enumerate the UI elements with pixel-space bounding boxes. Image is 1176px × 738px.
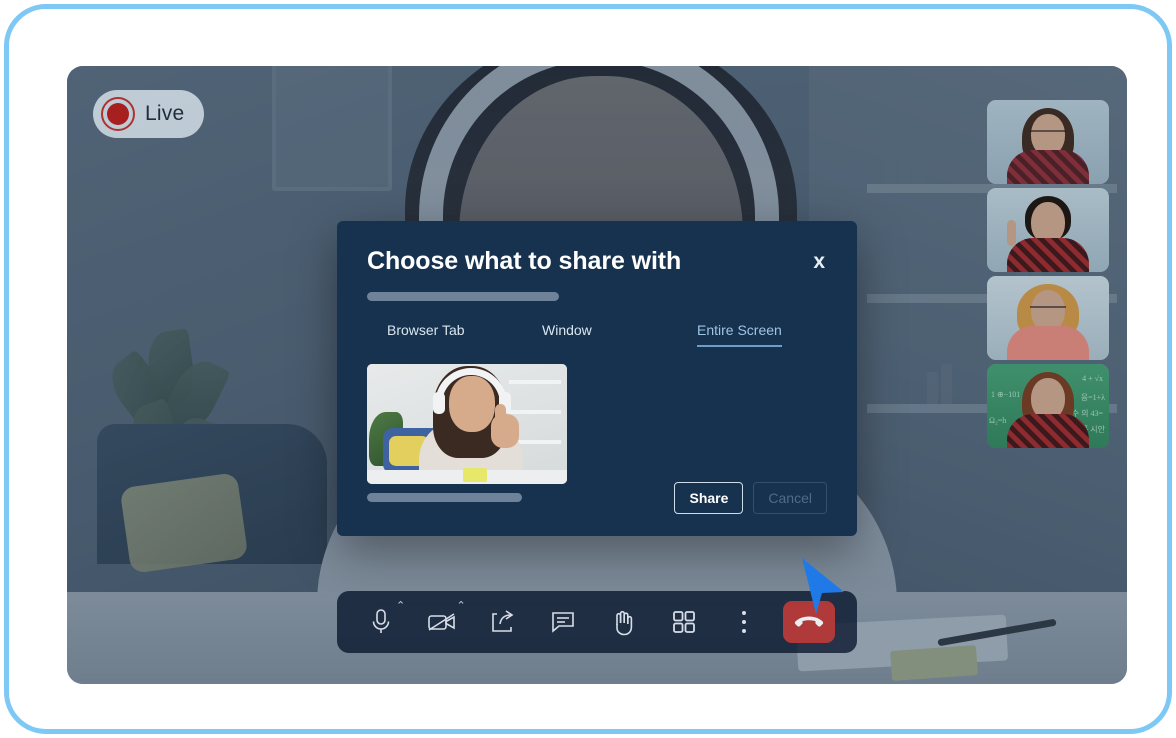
share-screen-icon[interactable] [480, 600, 524, 644]
device-frame: Live 1 ⊕−101 Ω₂=h 4 + √x 응=1+λ 수 의 43= 平… [4, 4, 1172, 734]
chevron-up-icon[interactable]: ⌃ [457, 601, 466, 612]
tab-entire-screen[interactable]: Entire Screen [697, 322, 782, 347]
raised-finger [1007, 220, 1016, 246]
share-button[interactable]: Share [674, 482, 744, 514]
meeting-toolbar: ⌃ ⌃ [337, 591, 857, 653]
tab-browser-tab[interactable]: Browser Tab [387, 322, 542, 347]
dialog-title: Choose what to share with [367, 247, 682, 275]
skeleton-placeholder-bottom [367, 493, 522, 502]
glasses-icon [1030, 306, 1066, 316]
live-badge: Live [93, 90, 205, 138]
participant-thumbnail[interactable] [987, 188, 1109, 272]
microphone-icon[interactable]: ⌃ [359, 600, 405, 644]
chat-icon[interactable] [541, 600, 585, 644]
cancel-button[interactable]: Cancel [753, 482, 827, 514]
end-call-icon[interactable] [782, 601, 835, 643]
live-label: Live [145, 102, 185, 125]
meeting-screen: Live 1 ⊕−101 Ω₂=h 4 + √x 응=1+λ 수 의 43= 平… [67, 66, 1127, 684]
tab-window[interactable]: Window [542, 322, 697, 347]
participant-thumbnail[interactable]: 1 ⊕−101 Ω₂=h 4 + √x 응=1+λ 수 의 43= 平 시안 [987, 364, 1109, 448]
share-source-tabs: Browser Tab Window Entire Screen [367, 322, 827, 347]
participant-thumbnail[interactable] [987, 100, 1109, 184]
glasses-icon [1030, 130, 1066, 140]
share-screen-dialog: Choose what to share with x Browser Tab … [337, 221, 857, 536]
camera-off-icon[interactable]: ⌃ [420, 600, 466, 644]
grid-view-icon[interactable] [662, 600, 706, 644]
raise-hand-icon[interactable] [601, 600, 645, 644]
record-dot-icon [101, 97, 135, 131]
dialog-actions: Share Cancel [674, 482, 827, 514]
more-options-icon[interactable] [722, 600, 766, 644]
participant-strip: 1 ⊕−101 Ω₂=h 4 + √x 응=1+λ 수 의 43= 平 시안 [987, 100, 1109, 448]
skeleton-placeholder-top [367, 292, 559, 301]
dialog-header: Choose what to share with x [367, 247, 827, 276]
screen-preview-thumbnail[interactable] [367, 364, 567, 484]
chevron-up-icon[interactable]: ⌃ [396, 601, 405, 612]
participant-thumbnail[interactable] [987, 276, 1109, 360]
close-icon[interactable]: x [811, 247, 827, 276]
app-root: Live 1 ⊕−101 Ω₂=h 4 + √x 응=1+λ 수 의 43= 平… [0, 0, 1176, 738]
share-preview-row [367, 364, 827, 484]
